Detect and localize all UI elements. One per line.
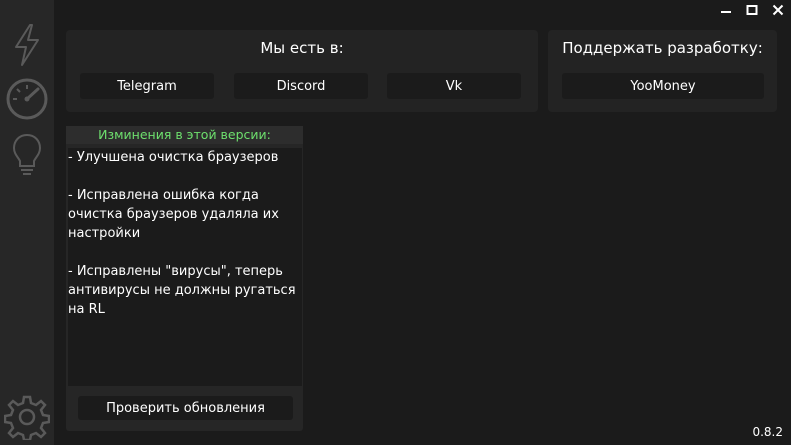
social-panel: Мы есть в: Telegram Discord Vk [66, 30, 538, 112]
close-icon [772, 4, 784, 16]
social-panel-title: Мы есть в: [260, 39, 344, 57]
minimize-button[interactable] [713, 0, 739, 20]
minimize-icon [721, 11, 731, 13]
window-controls [713, 0, 791, 20]
sidebar [0, 0, 54, 445]
telegram-button[interactable]: Telegram [80, 73, 214, 99]
gear-icon[interactable] [0, 392, 54, 442]
vk-button[interactable]: Vk [387, 73, 521, 99]
changelog-list: - Улучшена очистка браузеров - Исправлен… [68, 148, 302, 386]
support-panel: Поддержать разработку: YooMoney [548, 30, 777, 112]
yoomoney-button[interactable]: YooMoney [562, 73, 764, 99]
lightbulb-icon[interactable] [0, 130, 54, 180]
changelog-panel: Изминения в этой версии: - Улучшена очис… [66, 126, 303, 431]
version-label: 0.8.2 [752, 425, 783, 439]
maximize-button[interactable] [739, 0, 765, 20]
speedometer-icon[interactable] [0, 74, 54, 122]
maximize-icon [746, 5, 758, 15]
check-updates-button[interactable]: Проверить обновления [78, 396, 293, 420]
support-panel-title: Поддержать разработку: [562, 39, 763, 57]
changelog-item: - Улучшена очистка браузеров [68, 150, 279, 165]
close-button[interactable] [765, 0, 791, 20]
changelog-title: Изминения в этой версии: [66, 126, 303, 144]
discord-button[interactable]: Discord [234, 73, 368, 99]
lightning-icon[interactable] [0, 20, 54, 70]
changelog-item: - Исправлены "вирусы", теперь антивирусы… [68, 264, 296, 317]
changelog-item: - Исправлена ошибка когда очистка браузе… [68, 188, 279, 241]
